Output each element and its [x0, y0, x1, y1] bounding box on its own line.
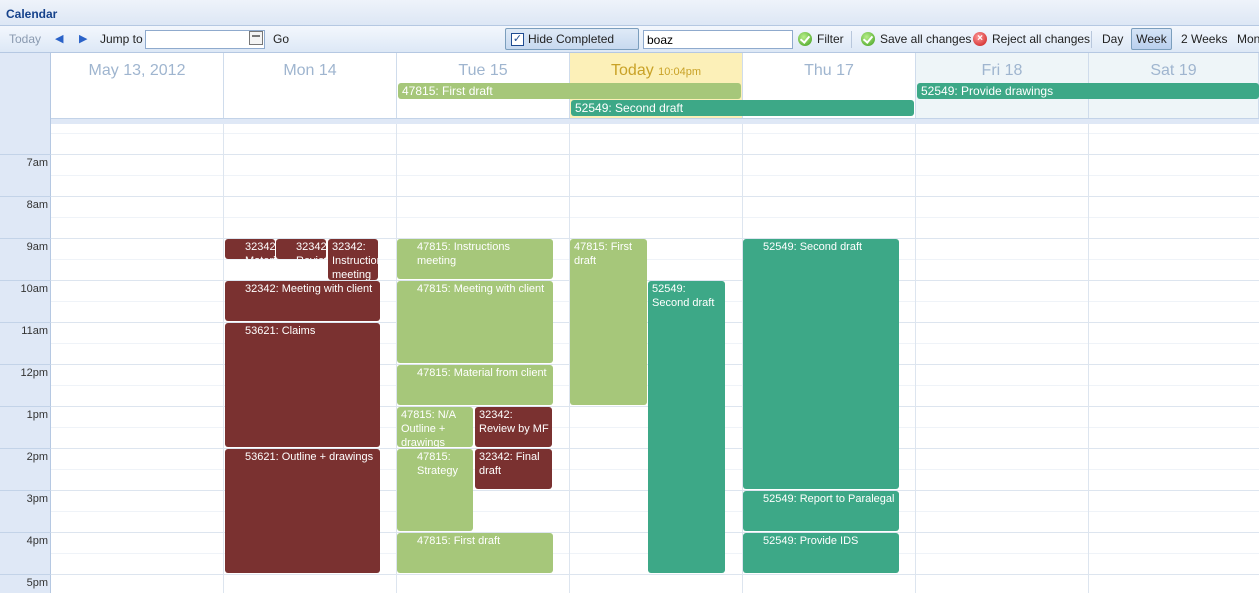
prev-week-icon[interactable]: ◀	[55, 26, 63, 53]
next-week-icon[interactable]: ▶	[79, 26, 87, 53]
reject-all-button[interactable]: Reject all changes	[992, 26, 1090, 53]
week-header: May 13, 2012 Mon 14 Tue 15 Today 10:04pm…	[0, 53, 1259, 124]
date-picker-icon[interactable]	[249, 31, 263, 45]
hour-line	[51, 574, 1259, 575]
calendar-event[interactable]: 47815: First draft	[397, 533, 553, 573]
today-button[interactable]: Today	[9, 26, 41, 53]
day-header-label: Sat 19	[1150, 62, 1197, 79]
gutter-tick	[0, 490, 51, 491]
calendar-event[interactable]: 32342: Review	[276, 239, 326, 259]
day-header-label: Tue 15	[458, 62, 508, 79]
view-week-button[interactable]: Week	[1131, 28, 1172, 50]
gutter-tick	[0, 238, 51, 239]
day-header-sun[interactable]: May 13, 2012	[51, 53, 224, 124]
hour-label: 11am	[21, 325, 48, 337]
hour-label: 9am	[26, 241, 48, 253]
hour-label: 12pm	[20, 367, 48, 379]
calendar-event[interactable]: 47815: Instructions meeting	[397, 239, 553, 279]
hour-label: 1pm	[26, 409, 48, 421]
calendar-event[interactable]: 32342: Final draft	[475, 449, 552, 489]
calendar-event[interactable]: 32342: Material from Public	[225, 239, 275, 259]
hour-label: 10am	[20, 283, 48, 295]
half-hour-line	[51, 175, 1259, 176]
gutter-tick	[0, 196, 51, 197]
day-column-divider	[223, 124, 224, 593]
day-header-label: Today 10:04pm	[570, 62, 742, 80]
checkbox-checked-icon[interactable]: ✓	[511, 33, 524, 46]
go-button[interactable]: Go	[273, 26, 289, 53]
calendar-event[interactable]: 47815: N/A Outline + drawings	[397, 407, 473, 447]
gutter-tick	[0, 406, 51, 407]
hour-label: 3pm	[26, 493, 48, 505]
day-header-label: Fri 18	[981, 62, 1023, 79]
gutter-tick	[0, 280, 51, 281]
gutter-tick	[0, 154, 51, 155]
hour-line	[51, 196, 1259, 197]
day-header-label: Mon 14	[283, 62, 337, 79]
hour-label: 7am	[26, 157, 48, 169]
calendar-event[interactable]: 47815: Strategy	[397, 449, 473, 531]
day-header-label: May 13, 2012	[88, 62, 186, 79]
day-column-divider	[1088, 124, 1089, 593]
view-day-button[interactable]: Day	[1102, 26, 1123, 53]
hour-label: 2pm	[26, 451, 48, 463]
title-bar: Calendar	[0, 0, 1259, 26]
day-header-label: Thu 17	[804, 62, 854, 79]
calendar-event[interactable]: 52549: Provide IDS	[743, 533, 899, 573]
calendar-event[interactable]: 52549: Second draft	[648, 281, 725, 573]
filter-input[interactable]	[643, 30, 793, 49]
allday-event[interactable]: 52549: Provide drawings	[917, 83, 1259, 99]
half-hour-line	[51, 259, 1259, 260]
today-label: Today	[611, 62, 654, 79]
save-check-icon[interactable]	[861, 32, 875, 46]
calendar-event[interactable]: 32342: Instructions meeting	[328, 239, 378, 280]
jump-to-date-input[interactable]	[145, 30, 265, 49]
gutter-tick	[0, 574, 51, 575]
app-title: Calendar	[6, 7, 58, 21]
gutter-tick	[0, 322, 51, 323]
day-header-mon[interactable]: Mon 14	[224, 53, 397, 124]
calendar-event[interactable]: 53621: Claims	[225, 323, 380, 447]
filter-check-icon[interactable]	[798, 32, 812, 46]
calendar-event[interactable]: 52549: Second draft	[743, 239, 899, 489]
day-column-divider	[915, 124, 916, 593]
toolbar: Today ◀ ▶ Jump to Go ✓ Hide Completed Ta…	[0, 26, 1259, 66]
calendar-event[interactable]: 32342: Meeting with client	[225, 281, 380, 321]
toolbar-separator	[851, 31, 852, 48]
hour-label: 8am	[26, 199, 48, 211]
gutter-tick	[0, 448, 51, 449]
reject-x-icon[interactable]: ×	[973, 32, 987, 46]
header-gutter	[0, 53, 51, 124]
hour-line	[51, 154, 1259, 155]
allday-event[interactable]: 47815: First draft	[398, 83, 741, 99]
allday-event[interactable]: 52549: Second draft	[571, 100, 914, 116]
calendar-event[interactable]: 52549: Report to Paralegal	[743, 491, 899, 531]
current-time: 10:04pm	[658, 66, 701, 78]
time-gutter	[0, 124, 51, 593]
calendar-event[interactable]: 53621: Outline + drawings	[225, 449, 380, 573]
view-2weeks-button[interactable]: 2 Weeks	[1181, 26, 1227, 53]
half-hour-line	[51, 217, 1259, 218]
half-hour-line	[51, 133, 1259, 134]
calendar-event[interactable]: 47815: First draft	[570, 239, 647, 405]
filter-button[interactable]: Filter	[817, 26, 844, 53]
time-grid[interactable]: 7am 8am 9am 10am 11am 12pm 1pm 2pm 3pm 4…	[0, 124, 1259, 593]
save-all-button[interactable]: Save all changes	[880, 26, 971, 53]
calendar-event[interactable]: 47815: Meeting with client	[397, 281, 553, 363]
hide-completed-toggle[interactable]: ✓ Hide Completed Tasks	[505, 28, 639, 66]
calendar-app: Calendar Today ◀ ▶ Jump to Go ✓ Hide Com…	[0, 0, 1259, 593]
toolbar-separator	[1091, 31, 1092, 48]
hour-label: 4pm	[26, 535, 48, 547]
calendar-event[interactable]: 47815: Material from client	[397, 365, 553, 405]
jump-to-label: Jump to	[100, 32, 143, 46]
gutter-tick	[0, 532, 51, 533]
calendar-event[interactable]: 32342: Review by MF	[475, 407, 552, 447]
gutter-tick	[0, 364, 51, 365]
view-month-button[interactable]: Month	[1237, 26, 1259, 53]
hour-label: 5pm	[26, 577, 48, 589]
